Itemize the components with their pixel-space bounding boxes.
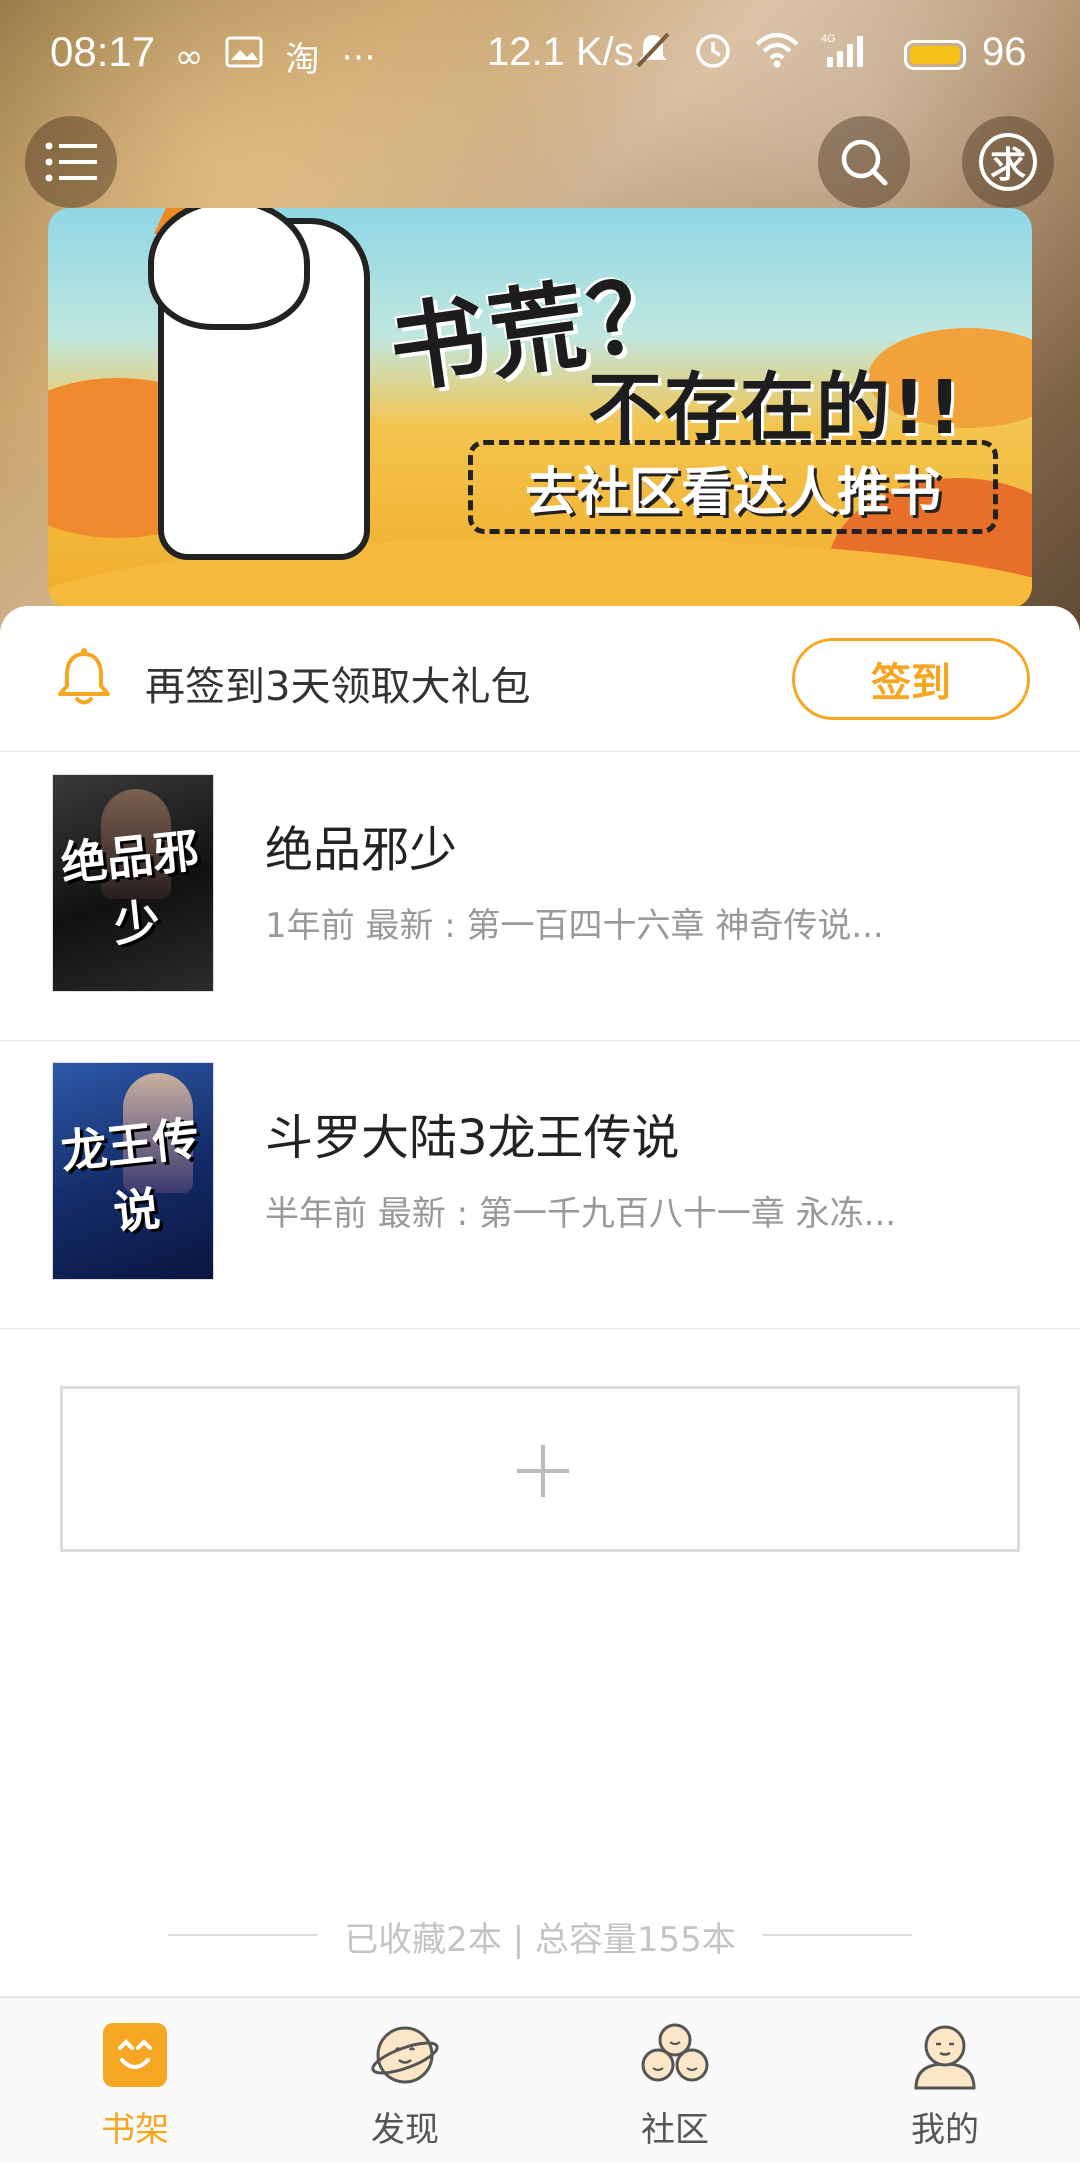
book-title: 斗罗大陆3龙王传说 (265, 1110, 680, 1166)
bookshelf-panel: 再签到3天领取大礼包 签到 绝品邪少 绝品邪少 1年前 最新 : 第一百四十六章… (0, 606, 1080, 1996)
search-button[interactable] (818, 116, 910, 208)
signin-button[interactable]: 签到 (792, 638, 1030, 720)
status-bar: 08:17 ∞ 淘 ⋯ 12.1 K/s 4G 96 (0, 0, 1080, 112)
bookshelf-icon (103, 2023, 167, 2087)
add-book-button[interactable] (60, 1386, 1020, 1552)
book-cover[interactable]: 绝品邪少 (52, 774, 214, 992)
status-right-icons: 4G (635, 30, 869, 79)
banner-subline: 不存在的!! (588, 365, 964, 451)
menu-button[interactable] (25, 116, 117, 208)
signin-row: 再签到3天领取大礼包 签到 (0, 606, 1080, 752)
tab-community[interactable]: 社区 (540, 1998, 810, 2162)
mute-icon (635, 31, 671, 78)
cover-title: 龙王传说 (58, 1111, 202, 1241)
fox-head (148, 208, 310, 330)
svg-text:4G: 4G (821, 33, 836, 45)
network-speed: 12.1 K/s (487, 30, 634, 74)
tab-discover[interactable]: 发现 (270, 1998, 540, 2162)
book-update-info: 半年前 最新 : 第一千九百八十一章 永冻... (265, 1194, 897, 1234)
signin-reward-text: 再签到3天领取大礼包 (145, 664, 531, 710)
bell-icon (58, 648, 110, 705)
request-icon: 求 (979, 133, 1037, 191)
image-icon (225, 36, 263, 77)
menu-icon (45, 142, 97, 182)
tab-bookshelf[interactable]: 书架 (0, 1998, 270, 2162)
tab-label: 社区 (641, 2110, 709, 2150)
wifi-icon (755, 32, 799, 77)
alarm-icon (693, 30, 733, 79)
planet-face-icon (371, 2026, 439, 2084)
status-left-icons: ∞ 淘 ⋯ (175, 32, 375, 81)
promo-banner[interactable]: 书荒？ 不存在的!! 去社区看达人推书 (48, 208, 1032, 608)
tab-label: 发现 (371, 2110, 439, 2150)
status-time: 08:17 (50, 28, 156, 75)
cover-title: 绝品邪少 (58, 823, 202, 953)
tab-label: 书架 (101, 2110, 169, 2150)
book-cover[interactable]: 龙王传说 (52, 1062, 214, 1280)
tab-label: 我的 (911, 2110, 979, 2150)
request-book-button[interactable]: 求 (962, 116, 1054, 208)
shelf-capacity-text: 已收藏2本 | 总容量155本 (344, 1920, 736, 1960)
more-icon: ⋯ (341, 36, 376, 77)
tab-profile[interactable]: 我的 (810, 1998, 1080, 2162)
book-update-info: 1年前 最新 : 第一百四十六章 神奇传说... (265, 906, 884, 946)
book-title: 绝品邪少 (265, 822, 458, 878)
book-item[interactable]: 绝品邪少 绝品邪少 1年前 最新 : 第一百四十六章 神奇传说... (0, 752, 1080, 1042)
banner-cta: 去社区看达人推书 (468, 440, 998, 534)
profile-face-icon (914, 2025, 976, 2090)
battery-level: 96 (982, 30, 1027, 74)
signal-4g-icon: 4G (821, 31, 869, 78)
taobao-icon: 淘 (285, 40, 320, 80)
infinity-icon: ∞ (175, 36, 204, 77)
search-icon (841, 139, 888, 186)
battery-icon (904, 40, 966, 70)
bottom-tab-bar: 书架 发现 社区 我的 (0, 1996, 1080, 2162)
book-item[interactable]: 龙王传说 斗罗大陆3龙王传说 半年前 最新 : 第一千九百八十一章 永冻... (0, 1040, 1080, 1330)
plus-icon-vertical (541, 1445, 545, 1497)
community-faces-icon (641, 2023, 709, 2082)
